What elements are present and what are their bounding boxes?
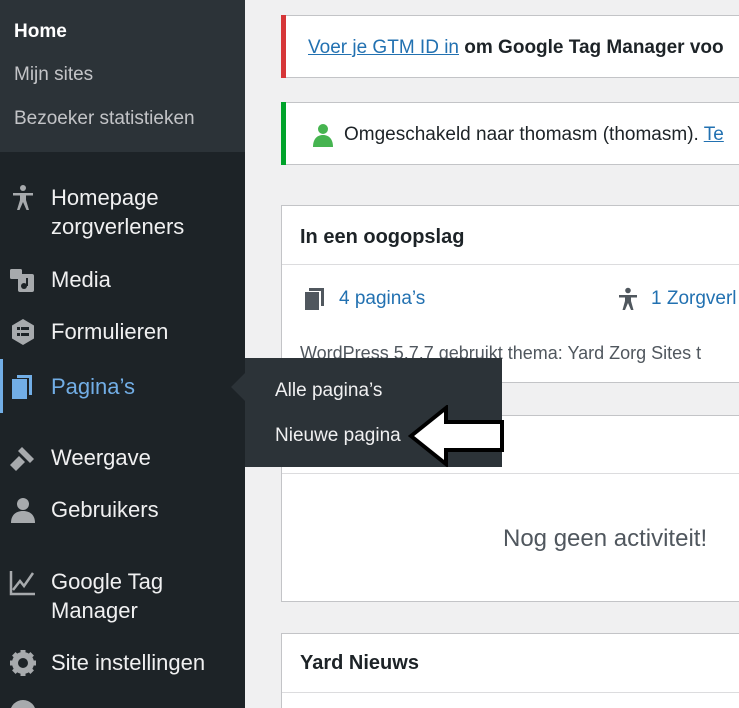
switched-message: Omgeschakeld naar thomasm (thomasm). bbox=[344, 124, 704, 145]
chart-icon bbox=[9, 571, 35, 596]
sidebar-item-label: Site instellingen bbox=[51, 650, 206, 675]
annotation-arrow-icon bbox=[408, 405, 504, 467]
forms-icon bbox=[12, 319, 34, 345]
divider bbox=[282, 692, 739, 693]
gtm-notice: Voer je GTM ID in om Google Tag Manager … bbox=[281, 15, 739, 78]
flyout-pointer bbox=[231, 373, 245, 401]
yard-news-widget: Yard Nieuws bbox=[281, 633, 739, 708]
notice-stripe bbox=[281, 15, 286, 78]
gtm-notice-rest: om Google Tag Manager voo bbox=[459, 37, 724, 58]
sidebar-submenu: Home Mijn sites Bezoeker statistieken bbox=[0, 0, 245, 152]
accessibility-icon bbox=[619, 287, 637, 310]
flyout-item-nieuwe-pagina[interactable]: Nieuwe pagina bbox=[275, 425, 401, 447]
sidebar-sub-mijn-sites[interactable]: Mijn sites bbox=[14, 64, 93, 86]
divider bbox=[282, 264, 739, 265]
user-switch-text: Omgeschakeld naar thomasm (thomasm). Te bbox=[344, 124, 724, 146]
sidebar-item-google-tag-manager[interactable]: Google Tag Manager bbox=[0, 567, 245, 627]
widget-title: In een oogopslag bbox=[300, 226, 465, 248]
flyout-item-alle-paginas[interactable]: Alle pagina’s bbox=[275, 380, 382, 402]
pages-icon bbox=[305, 288, 324, 310]
activity-empty-text: Nog geen activiteit! bbox=[503, 525, 708, 552]
sidebar-item-label: Weergave bbox=[51, 445, 151, 470]
sidebar-item-label: Pagina’s bbox=[51, 374, 135, 399]
widget-title: Yard Nieuws bbox=[300, 652, 419, 674]
sidebar-item-label: Google Tag bbox=[51, 569, 164, 594]
sidebar-sub-bezoeker-statistieken[interactable]: Bezoeker statistieken bbox=[14, 108, 195, 130]
sidebar-item-paginas[interactable]: Pagina’s bbox=[0, 372, 245, 402]
switch-back-link[interactable]: Te bbox=[704, 124, 724, 145]
sidebar-item-label: Gebruikers bbox=[51, 497, 159, 522]
sidebar-item-label: Manager bbox=[51, 598, 138, 623]
divider bbox=[282, 473, 739, 474]
media-icon bbox=[10, 269, 34, 292]
appearance-icon bbox=[10, 447, 34, 471]
gtm-id-link[interactable]: Voer je GTM ID in bbox=[308, 37, 459, 58]
sidebar-item-label: Media bbox=[51, 267, 111, 292]
gtm-notice-text: Voer je GTM ID in om Google Tag Manager … bbox=[308, 37, 724, 59]
users-icon bbox=[11, 498, 35, 523]
admin-sidebar: Home Mijn sites Bezoeker statistieken Ho… bbox=[0, 0, 245, 708]
zorgverleners-count-link[interactable]: 1 Zorgverl bbox=[651, 288, 737, 310]
sidebar-item-formulieren[interactable]: Formulieren bbox=[0, 317, 245, 347]
sidebar-item-label: Formulieren bbox=[51, 319, 169, 344]
sidebar-item-homepage-zorgverleners[interactable]: Homepage zorgverleners bbox=[0, 183, 245, 243]
sidebar-item-label: zorgverleners bbox=[51, 214, 185, 239]
gear-icon bbox=[10, 650, 36, 676]
sidebar-item-site-instellingen[interactable]: Site instellingen bbox=[0, 648, 245, 678]
sidebar-item-label: Homepage bbox=[51, 185, 159, 210]
user-icon bbox=[313, 124, 333, 147]
notice-stripe bbox=[281, 102, 286, 165]
accessibility-icon bbox=[13, 185, 33, 210]
next-menu-icon bbox=[10, 700, 36, 708]
at-a-glance-widget: In een oogopslag 4 pagina’s 1 Zorgverl W… bbox=[281, 205, 739, 383]
sidebar-item-media[interactable]: Media bbox=[0, 265, 245, 295]
sidebar-sub-home[interactable]: Home bbox=[14, 21, 67, 43]
sidebar-item-gebruikers[interactable]: Gebruikers bbox=[0, 495, 245, 525]
pages-icon bbox=[12, 375, 32, 399]
pages-count-link[interactable]: 4 pagina’s bbox=[339, 288, 425, 310]
user-switch-notice: Omgeschakeld naar thomasm (thomasm). Te bbox=[281, 102, 739, 165]
sidebar-item-weergave[interactable]: Weergave bbox=[0, 443, 245, 473]
